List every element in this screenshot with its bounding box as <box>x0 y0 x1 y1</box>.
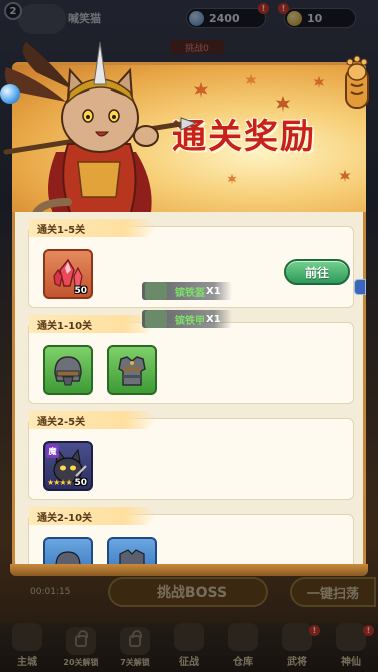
star-rating: ★★★★ <box>47 478 73 487</box>
modal-bottom-frame <box>10 564 368 576</box>
iron-armor-icon <box>118 356 146 386</box>
toast-item-qty: X1 <box>206 285 221 297</box>
reward-item[interactable]: 50 <box>43 249 93 299</box>
hero-cat-illustration <box>3 41 196 236</box>
maple-leaf-icon <box>339 169 351 183</box>
reward-card: 通关2-10关 <box>28 507 354 568</box>
reward-item[interactable]: 魔 ★★★★ 50 <box>43 441 93 491</box>
card-title: 通关1-10关 <box>29 315 157 333</box>
helmet-thumb-icon <box>145 282 167 300</box>
iron-helmet-icon <box>54 356 82 386</box>
stage-reward-modal: 通关奖励 通关1-5关 50 前往 通关1-10关 通关2-5关 魔 ★★★★ … <box>0 41 369 576</box>
bubble-icon <box>0 84 20 104</box>
card-title: 通关2-10关 <box>29 507 157 525</box>
item-count: 50 <box>74 286 87 296</box>
maple-leaf-icon <box>227 173 237 185</box>
reward-item[interactable] <box>43 345 93 395</box>
card-title: 通关1-5关 <box>29 219 157 237</box>
reward-list[interactable]: 通关1-5关 50 前往 通关1-10关 通关2-5关 魔 ★★★★ 50 通关… <box>12 212 366 568</box>
card-title: 通关2-5关 <box>29 411 157 429</box>
item-toast: 镔铁甲 X1 <box>142 310 232 328</box>
reward-item[interactable] <box>107 345 157 395</box>
side-tab[interactable] <box>354 279 366 295</box>
go-button[interactable]: 前往 <box>284 259 350 285</box>
item-count: 50 <box>74 478 87 488</box>
toast-item-name: 镔铁盔 <box>175 287 205 299</box>
toast-item-qty: X1 <box>206 313 221 325</box>
modal-title: 通关奖励 <box>172 117 316 157</box>
maple-leaf-icon <box>245 73 257 87</box>
rarity-badge: 魔 <box>46 444 59 458</box>
toast-item-name: 镔铁甲 <box>175 315 205 327</box>
maple-leaf-icon <box>313 75 325 89</box>
reward-card: 通关1-10关 <box>28 315 354 404</box>
reward-card: 通关2-5关 魔 ★★★★ 50 <box>28 411 354 500</box>
close-paw-icon[interactable] <box>342 54 372 110</box>
armor-thumb-icon <box>145 310 167 328</box>
item-toast: 镔铁盔 X1 <box>142 282 232 300</box>
